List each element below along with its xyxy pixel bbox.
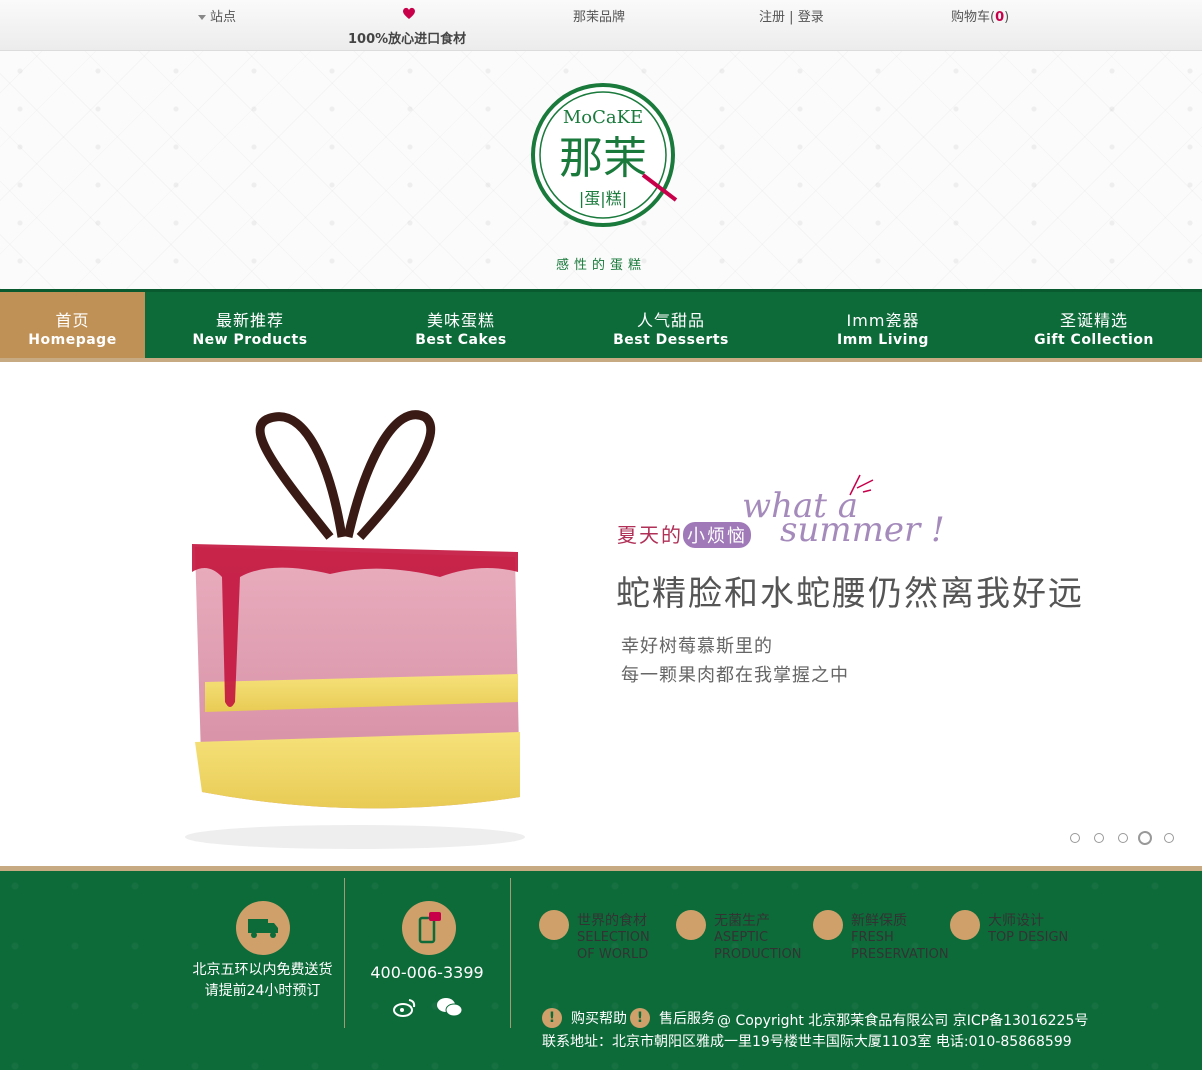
nav-label-en: Homepage xyxy=(28,332,117,348)
slide-dot-2[interactable] xyxy=(1094,833,1104,843)
feature-sub: SELECTION OF WORLD xyxy=(577,929,650,963)
phone-number[interactable]: 400-006-3399 xyxy=(352,962,502,983)
nav-item-best-cakes[interactable]: 美味蛋糕 Best Cakes xyxy=(386,292,536,358)
nav-item-best-desserts[interactable]: 人气甜品 Best Desserts xyxy=(596,292,746,358)
feature-title: 无菌生产 xyxy=(714,913,770,929)
address: 联系地址：北京市朝阳区雅成一里19号楼世丰国际大厦1103室 电话:010-85… xyxy=(542,1034,1072,1050)
cart-count: 0 xyxy=(995,10,1005,25)
cart-link[interactable]: 购物车(0) xyxy=(951,6,1009,25)
leaf-icon xyxy=(813,910,843,940)
delivery-line-2: 请提前24小时预订 xyxy=(204,983,321,999)
nav-label-en: Imm Living xyxy=(837,332,929,348)
nav-label-en: New Products xyxy=(192,332,308,348)
slogan: 感性的蛋糕 xyxy=(555,258,646,273)
globe-icon xyxy=(539,910,569,940)
logo-en: MoCaKE xyxy=(563,107,643,128)
feature-title: 新鲜保质 xyxy=(851,913,907,929)
slide-dot-1[interactable] xyxy=(1070,833,1080,843)
caret-down-icon xyxy=(198,15,206,20)
phone-icon xyxy=(402,901,456,955)
divider xyxy=(510,878,511,1028)
separator: | xyxy=(789,10,794,25)
service-link[interactable]: 售后服务 xyxy=(659,1008,715,1028)
feature-sub-line: ASEPTIC xyxy=(714,930,769,945)
help-icon: ! xyxy=(542,1008,562,1028)
divider xyxy=(344,878,345,1028)
banner-kicker-badge: 小烦恼 xyxy=(683,522,751,548)
banner-sub-1: 幸好树莓慕斯里的 xyxy=(621,636,773,657)
nav-label-cn: 美味蛋糕 xyxy=(426,311,495,330)
feature-title: 大师设计 xyxy=(988,913,1044,929)
nav-label-en: Best Cakes xyxy=(415,332,507,348)
cake-illustration xyxy=(185,410,525,849)
service-icon: ! xyxy=(630,1008,650,1028)
nav-label-en: Gift Collection xyxy=(1034,332,1154,348)
main-nav: 首页 Homepage 最新推荐 New Products 美味蛋糕 Best … xyxy=(0,289,1202,362)
heart-icon xyxy=(403,7,415,19)
nav-item-new-products[interactable]: 最新推荐 New Products xyxy=(175,292,325,358)
cart-paren-close: ) xyxy=(1004,10,1010,25)
brand-link[interactable]: 那茉品牌 xyxy=(573,6,625,25)
feature-sub-line: FRESH xyxy=(851,930,894,945)
nav-item-homepage[interactable]: 首页 Homepage xyxy=(0,292,145,358)
thermometer-icon xyxy=(676,910,706,940)
mocake-logo[interactable]: MoCaKE 那茉 |蛋|糕| xyxy=(528,80,678,230)
feature-sub-line: SELECTION xyxy=(577,930,650,945)
help-link[interactable]: 购买帮助 xyxy=(571,1008,627,1028)
slide-dot-4-active[interactable] xyxy=(1138,831,1152,845)
feature-sub: TOP DESIGN xyxy=(988,929,1068,946)
tagline: 100%放心进口食材 xyxy=(348,32,467,47)
feature-sub-line: PRESERVATION xyxy=(851,947,949,962)
banner-kicker: 夏天的 小烦恼 xyxy=(617,519,751,548)
feature-title: 世界的食材 xyxy=(577,913,647,929)
feature-sub-line: TOP DESIGN xyxy=(988,930,1069,945)
slide-dot-5[interactable] xyxy=(1164,833,1174,843)
wechat-icon[interactable] xyxy=(436,996,464,1018)
slide-dot-3[interactable] xyxy=(1118,833,1128,843)
site-selector[interactable]: 站点 xyxy=(198,6,236,25)
login-link[interactable]: 登录 xyxy=(798,10,824,25)
banner-headline: 蛇精脸和水蛇腰仍然离我好远 xyxy=(616,574,1084,614)
pencil-icon xyxy=(950,910,980,940)
banner-sub-2: 每一颗果肉都在我掌握之中 xyxy=(621,665,849,686)
banner-kicker-prefix: 夏天的 xyxy=(617,523,683,547)
nav-label-en: Best Desserts xyxy=(613,332,729,348)
delivery-info: 北京五环以内免费送货 请提前24小时预订 xyxy=(180,960,345,1002)
copyright: @ Copyright 北京那茉食品有限公司 京ICP备13016225号 xyxy=(717,1013,1089,1029)
nav-label-cn: 圣诞精选 xyxy=(1059,311,1128,330)
sparkle-icon xyxy=(849,474,874,496)
weibo-icon[interactable] xyxy=(393,996,417,1018)
feature-sub: ASEPTIC PRODUCTION xyxy=(714,929,801,963)
nav-label-cn: 人气甜品 xyxy=(636,311,705,330)
logo-sub: |蛋|糕| xyxy=(579,189,627,208)
nav-item-gift-collection[interactable]: 圣诞精选 Gift Collection xyxy=(1019,292,1169,358)
cart-label: 购物车 xyxy=(951,10,991,25)
nav-item-imm-living[interactable]: Imm瓷器 Imm Living xyxy=(808,292,958,358)
delivery-truck-icon xyxy=(236,901,290,955)
script-summer: summer ! xyxy=(780,510,945,550)
logo-cn: 那茉 xyxy=(559,133,647,184)
feature-sub-line: PRODUCTION xyxy=(714,947,802,962)
nav-label-cn: 首页 xyxy=(55,311,90,330)
nav-label-cn: Imm瓷器 xyxy=(846,311,920,330)
delivery-line-1: 北京五环以内免费送货 xyxy=(192,962,333,978)
register-link[interactable]: 注册 xyxy=(759,10,785,25)
nav-label-cn: 最新推荐 xyxy=(215,311,284,330)
site-label: 站点 xyxy=(210,10,237,25)
account-links: 注册 | 登录 xyxy=(759,6,824,25)
feature-sub-line: OF WORLD xyxy=(577,947,649,962)
top-bar: 站点 100%放心进口食材 那茉品牌 注册 | 登录 购物车(0) xyxy=(0,0,1202,51)
feature-sub: FRESH PRESERVATION xyxy=(851,929,949,963)
